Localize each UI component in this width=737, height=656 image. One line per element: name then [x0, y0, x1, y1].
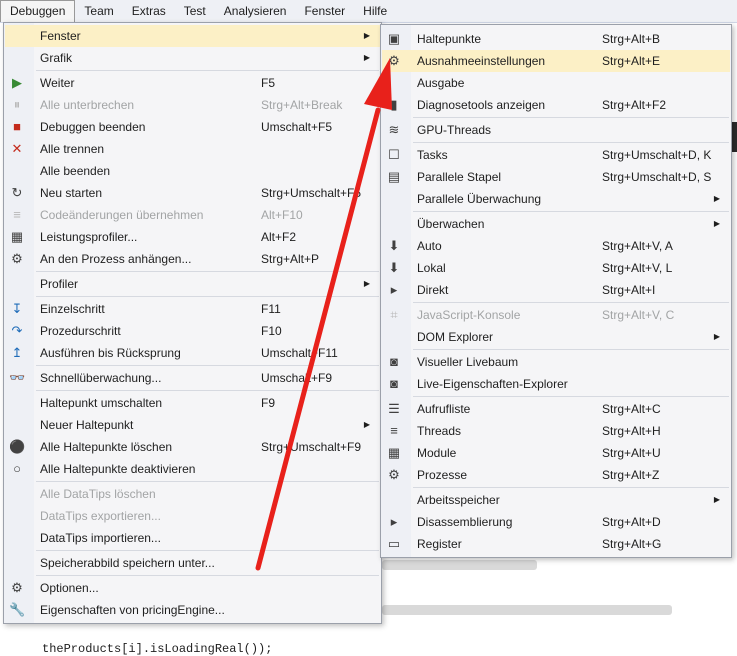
code-line: theProducts[i].isLoadingReal()); [42, 642, 273, 656]
annotation-arrow [255, 58, 392, 571]
